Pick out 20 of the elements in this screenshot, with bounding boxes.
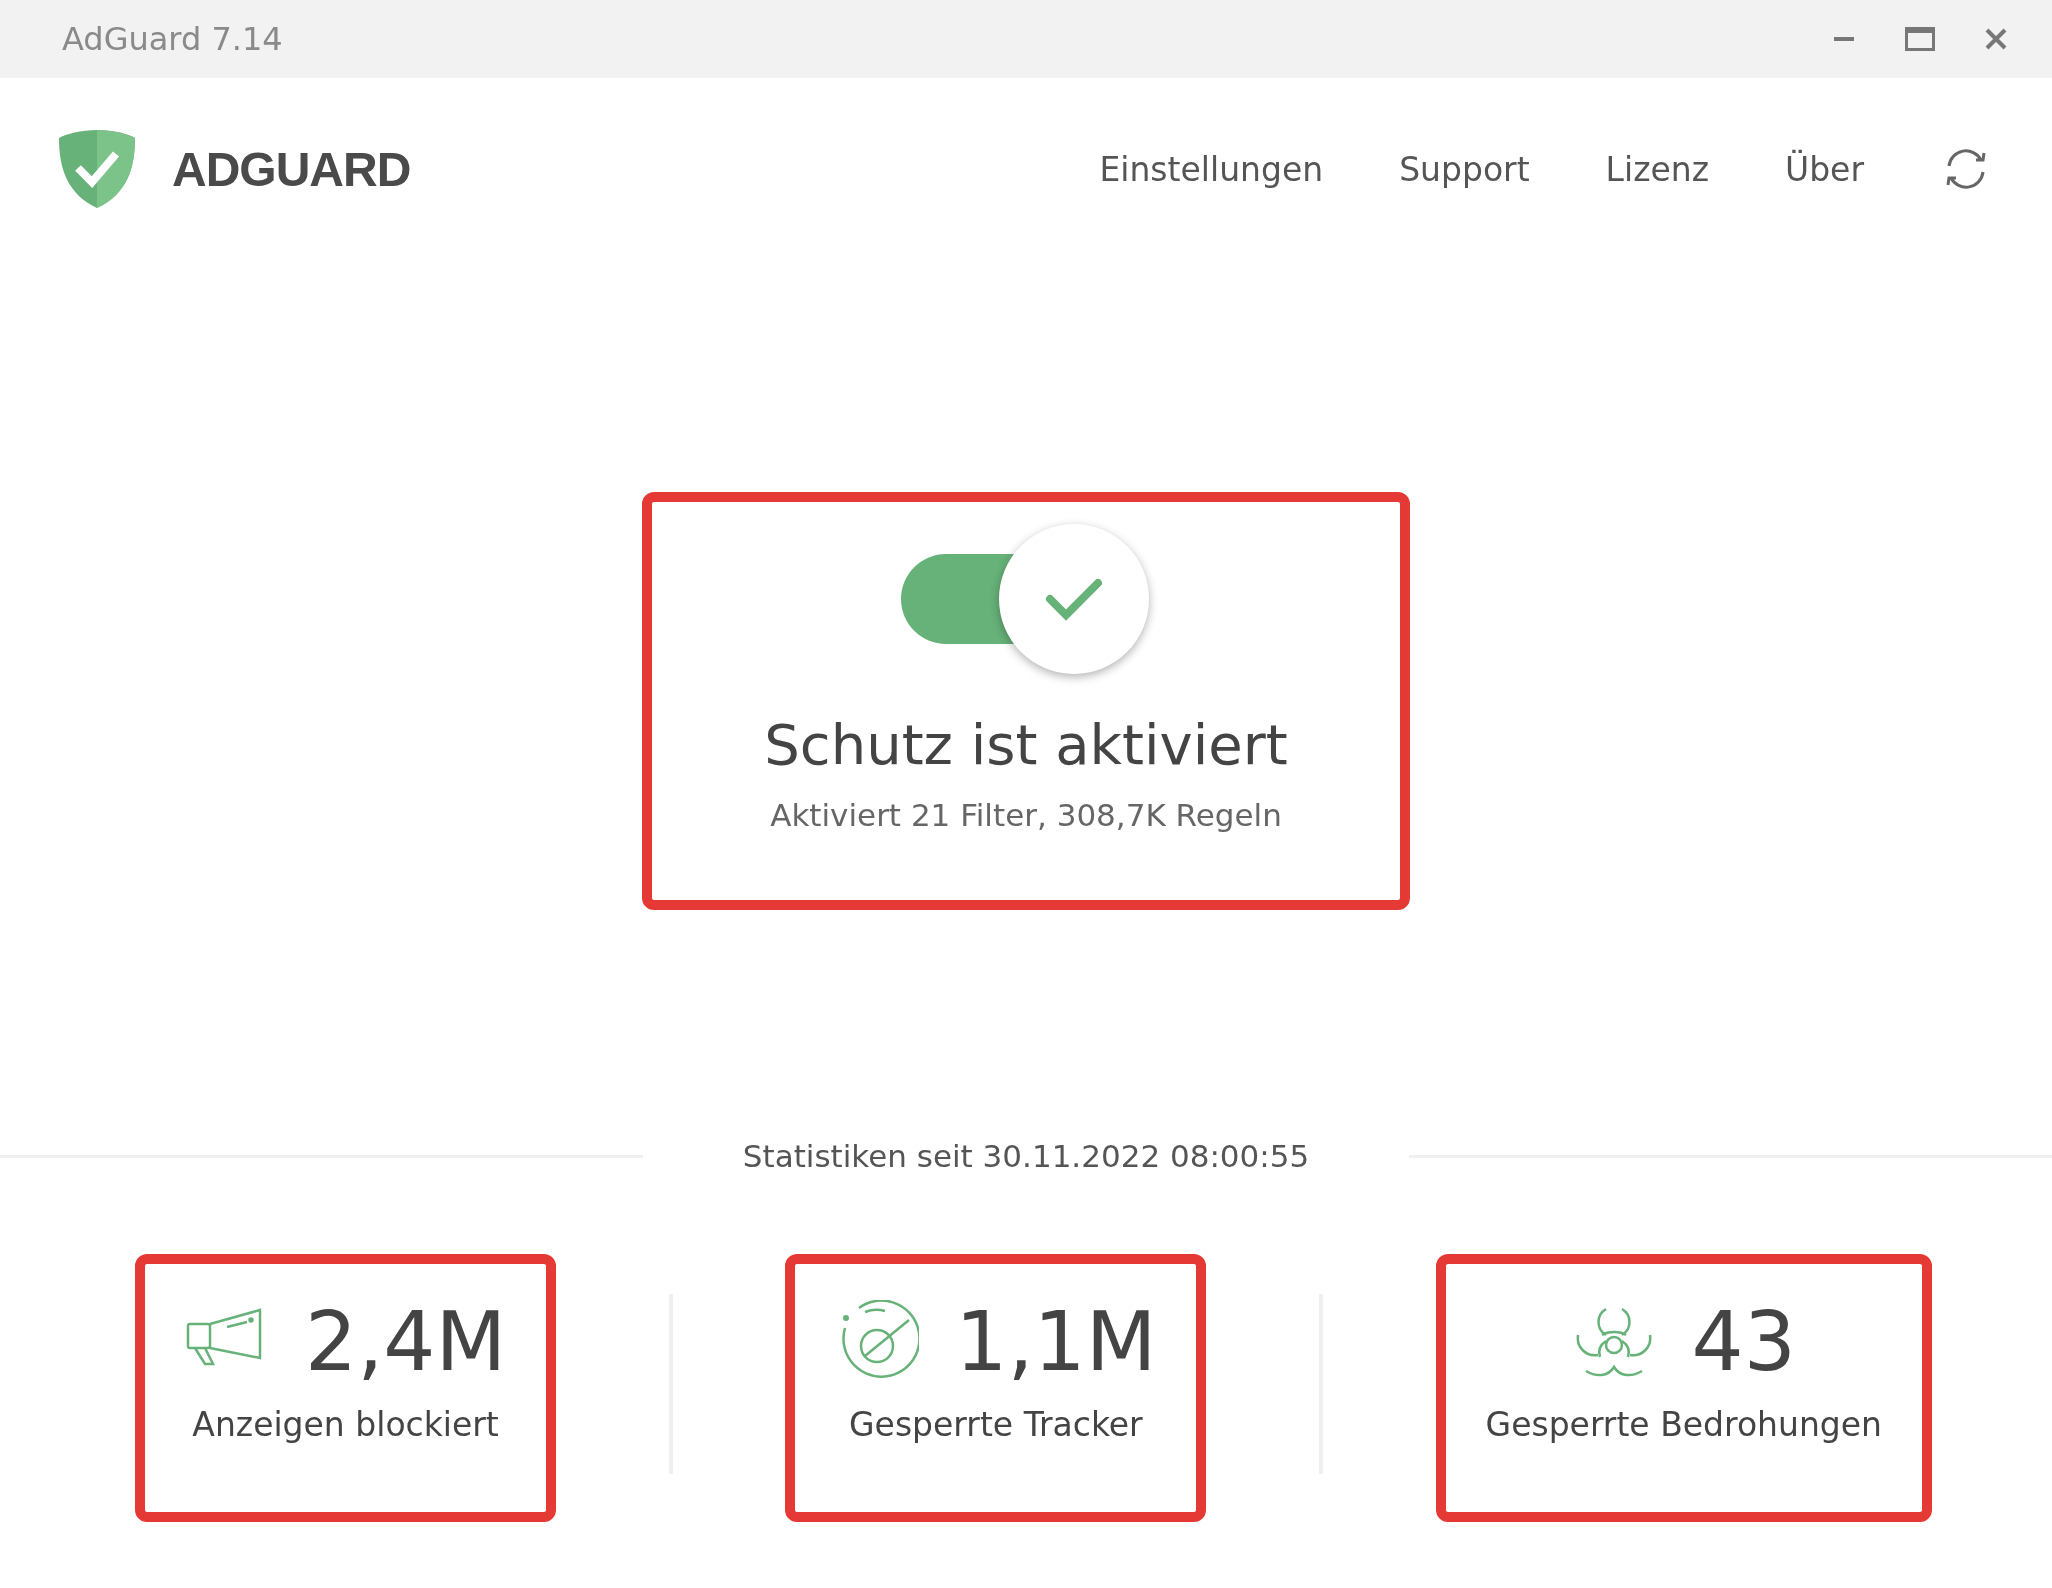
nav-link[interactable]: Support (1399, 149, 1530, 189)
maximize-icon (1905, 27, 1935, 51)
statistic-label: Anzeigen blockiert (192, 1405, 499, 1444)
logo-wordmark: ADGUARD (172, 141, 412, 197)
protection-toggle[interactable] (901, 524, 1151, 676)
statistic-value: 43 (1691, 1294, 1796, 1389)
window-title: AdGuard 7.14 (62, 20, 284, 58)
statistic-label: Gesperrte Tracker (849, 1405, 1143, 1444)
statistics-since-text: Statistiken seit 30.11.2022 08:00:55 (742, 1138, 1310, 1174)
statistic-label: Gesperrte Bedrohungen (1485, 1405, 1882, 1444)
statistic-value: 1,1M (955, 1294, 1157, 1389)
protection-status-title: Schutz ist aktiviert (764, 712, 1288, 777)
nav-link[interactable]: Über (1785, 149, 1864, 189)
nav-link[interactable]: Einstellungen (1099, 149, 1324, 189)
nav-link[interactable]: Lizenz (1605, 149, 1709, 189)
checkmark-icon (1044, 577, 1104, 621)
protection-status-subtitle: Aktiviert 21 Filter, 308,7K Regeln (770, 797, 1282, 833)
minimize-icon (1834, 37, 1854, 41)
close-icon (1985, 28, 2007, 50)
statistic-value: 2,4M (305, 1294, 507, 1389)
